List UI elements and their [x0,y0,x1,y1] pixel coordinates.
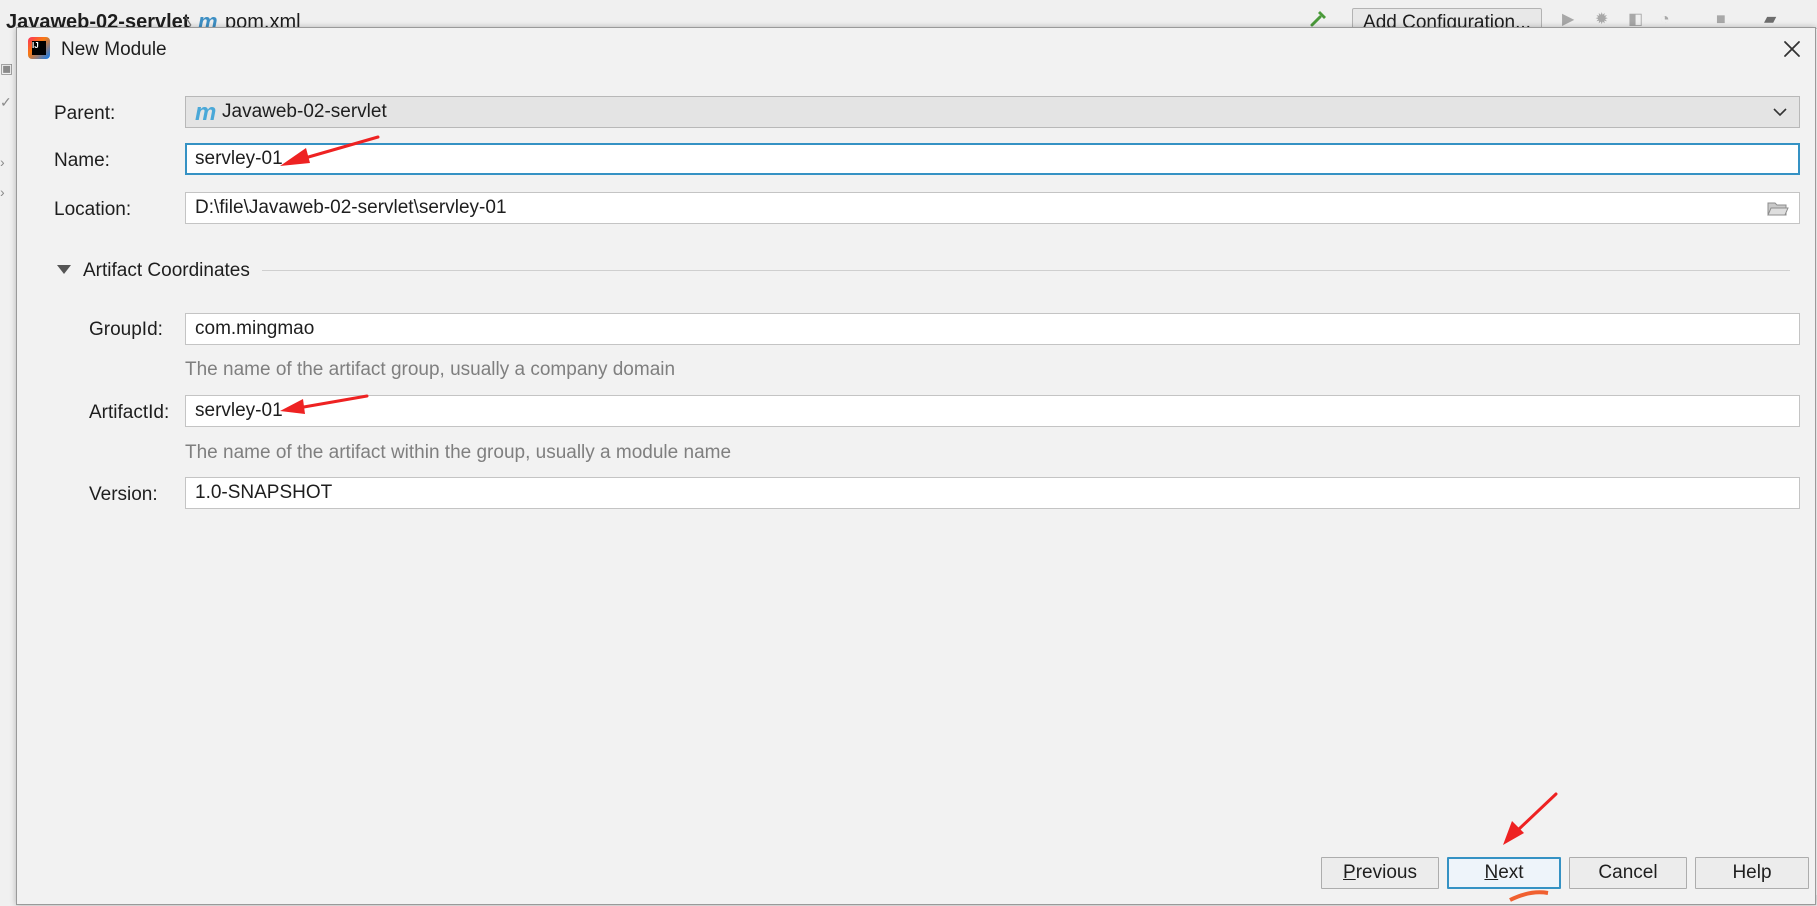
ide-left-gutter: ▣ ✓ › › [0,28,16,906]
previous-mnemonic: P [1343,862,1356,883]
version-label: Version: [89,484,158,505]
maven-file-icon: m [198,9,218,29]
artifactid-hint: The name of the artifact within the grou… [185,442,732,463]
add-configuration-button[interactable]: Add Configuration... [1352,8,1542,28]
coverage-icon[interactable]: ◧ [1628,12,1644,28]
help-button[interactable]: Help [1695,857,1809,889]
maven-module-icon: m [195,99,217,126]
expand-arrow-icon[interactable]: › [0,154,5,170]
artifactid-input[interactable]: servley-01 [185,395,1800,427]
check-icon[interactable]: ✓ [0,94,12,111]
parent-value: Javaweb-02-servlet [222,101,387,122]
parent-label: Parent: [54,103,116,124]
stop-icon[interactable]: ■ [1716,12,1732,28]
name-label: Name: [54,150,110,171]
previous-button[interactable]: Previous [1321,857,1439,889]
groupid-input[interactable]: com.mingmao [185,313,1800,345]
groupid-value: com.mingmao [195,318,315,339]
artifact-coordinates-section[interactable]: Artifact Coordinates [83,260,250,282]
version-input[interactable]: 1.0-SNAPSHOT [185,477,1800,509]
project-structure-icon[interactable]: ▰ [1764,12,1780,28]
run-icon[interactable]: ▶ [1562,12,1578,28]
name-value: servley-01 [195,148,283,169]
debug-icon[interactable]: ✹ [1595,12,1611,28]
cancel-button[interactable]: Cancel [1569,857,1687,889]
profile-icon[interactable]: ◔ [1660,12,1676,28]
parent-combobox[interactable]: m Javaweb-02-servlet [185,96,1800,128]
tool-window-icon[interactable]: ▣ [0,60,13,77]
name-input[interactable]: servley-01 [185,143,1800,175]
groupid-hint: The name of the artifact group, usually … [185,359,676,380]
next-button[interactable]: Next [1447,857,1561,889]
close-icon[interactable] [1779,36,1805,62]
dialog-title: New Module [61,39,167,60]
intellij-icon: IJ [28,37,50,59]
version-value: 1.0-SNAPSHOT [195,482,333,503]
folder-browse-icon[interactable] [1767,200,1789,217]
location-value: D:\file\Javaweb-02-servlet\servley-01 [195,197,507,218]
location-input[interactable]: D:\file\Javaweb-02-servlet\servley-01 [185,192,1800,224]
new-module-dialog: IJ New Module Parent: m Javaweb-02-servl… [16,27,1816,905]
artifactid-value: servley-01 [195,400,283,421]
artifactid-label: ArtifactId: [89,402,170,423]
chevron-down-icon[interactable] [1773,107,1787,117]
next-mnemonic: N [1484,862,1499,883]
groupid-label: GroupId: [89,319,163,340]
previous-label: revious [1355,862,1417,883]
location-label: Location: [54,199,132,220]
ide-navigation-bar: Javaweb-02-servlet 〉 m pom.xml Add Confi… [0,0,1817,29]
hammer-icon[interactable] [1310,10,1328,28]
next-label: ext [1498,862,1524,883]
dialog-titlebar[interactable]: IJ New Module [17,28,1815,70]
expand-arrow-icon[interactable]: › [0,184,5,200]
collapse-triangle-icon[interactable] [57,265,71,274]
section-divider [262,270,1790,271]
